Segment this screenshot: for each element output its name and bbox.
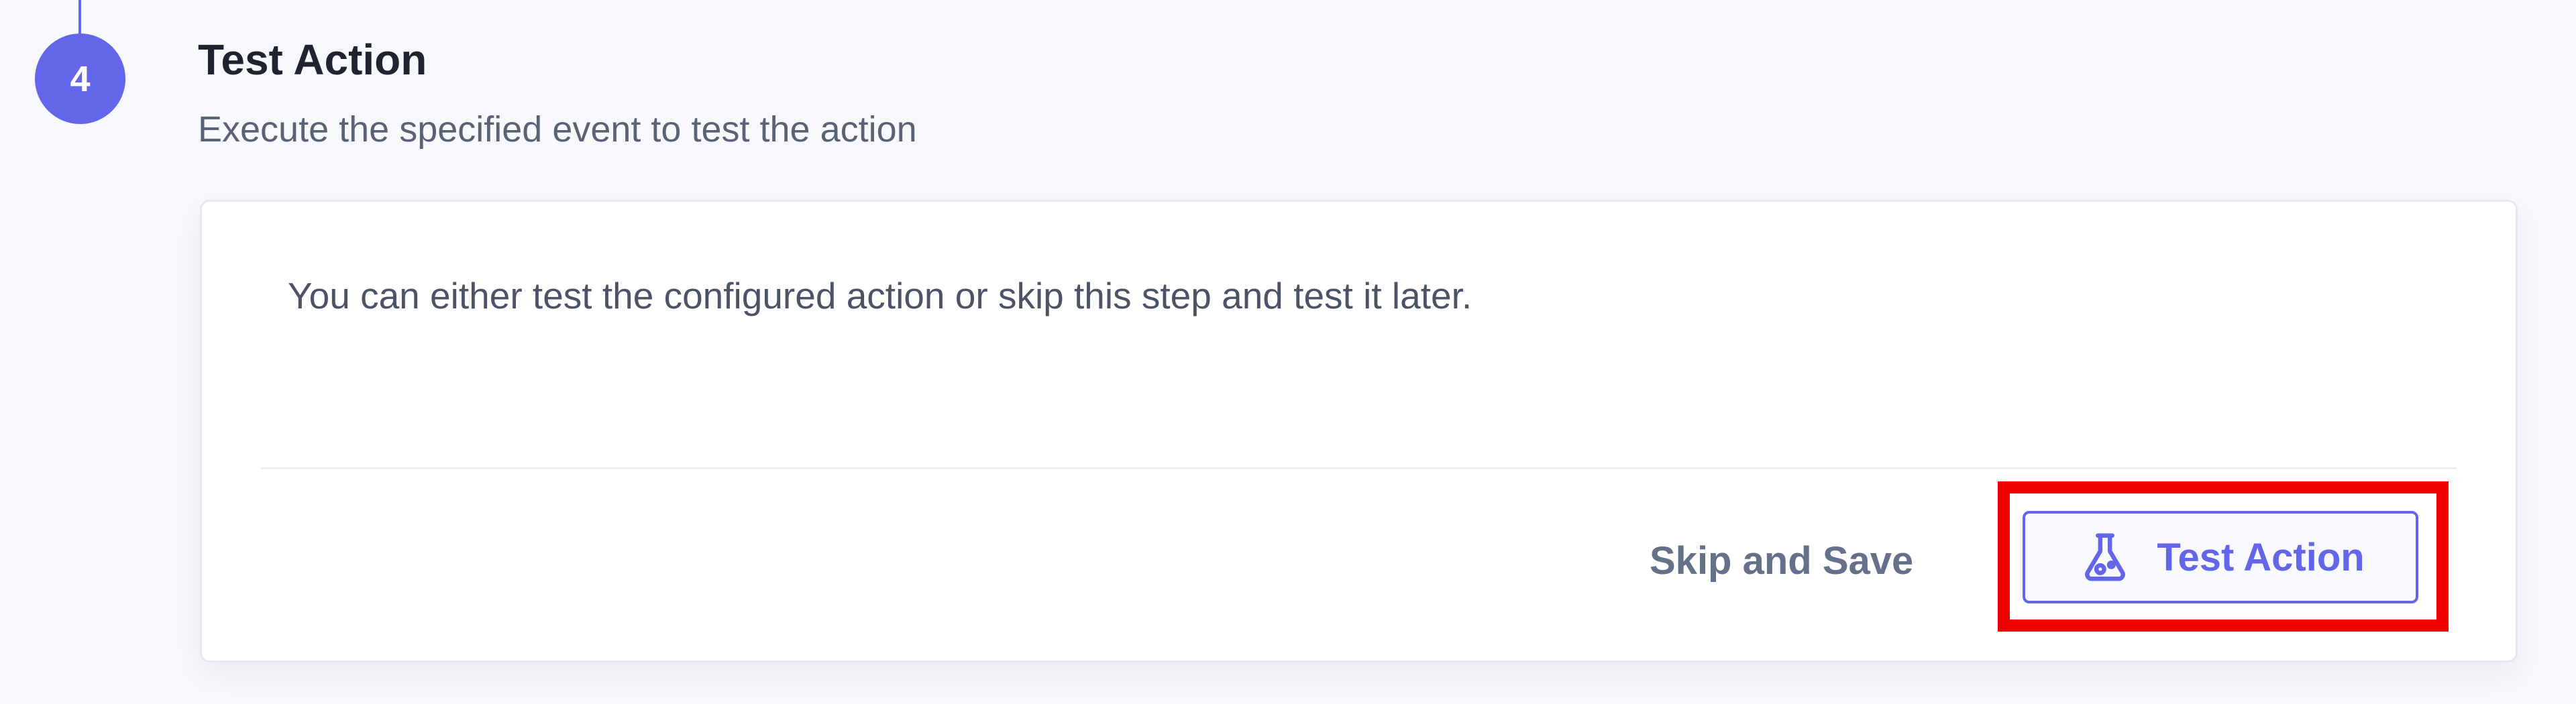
step-number-badge: 4 <box>35 34 125 124</box>
card-divider <box>261 467 2457 469</box>
step-title: Test Action <box>198 36 427 84</box>
skip-and-save-button[interactable]: Skip and Save <box>1638 524 1925 597</box>
flask-icon <box>2076 528 2134 586</box>
test-action-label: Test Action <box>2157 535 2365 579</box>
test-action-button[interactable]: Test Action <box>2023 511 2418 603</box>
card-message: You can either test the configured actio… <box>288 275 1472 316</box>
step-subtitle: Execute the specified event to test the … <box>198 109 917 150</box>
